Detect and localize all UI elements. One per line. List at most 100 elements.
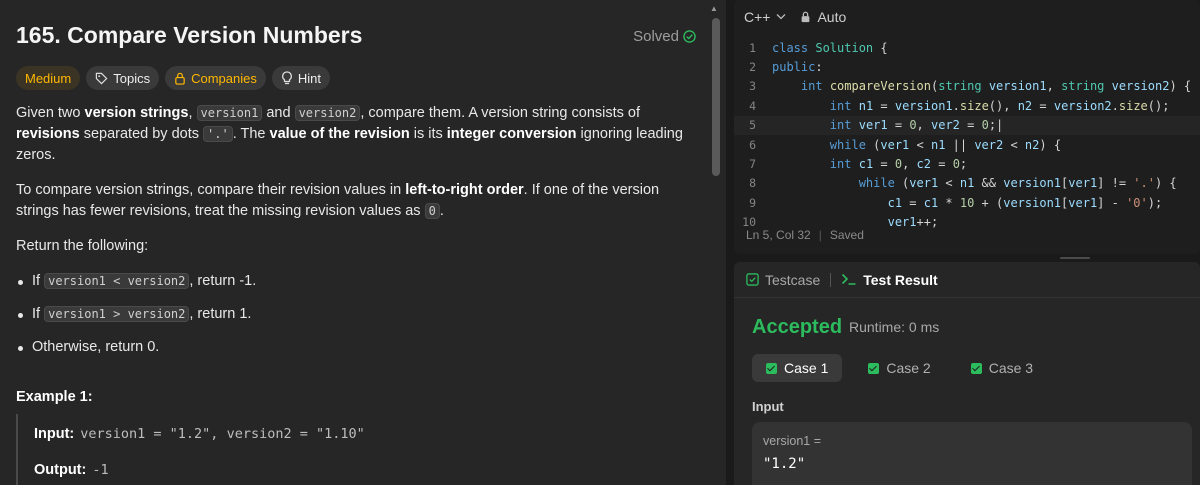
auto-mode[interactable]: Auto bbox=[800, 9, 846, 25]
bold-text: value of the revision bbox=[269, 126, 410, 142]
problem-panel: 165. Compare Version Numbers Solved Medi… bbox=[0, 0, 726, 485]
line-number: 7 bbox=[749, 157, 756, 172]
companies-button[interactable]: Companies bbox=[165, 66, 266, 90]
text: If bbox=[32, 306, 45, 322]
example-input-row: Input: version1 = "1.2", version2 = "1.1… bbox=[34, 424, 616, 444]
text: , bbox=[188, 105, 197, 121]
line-number: 8 bbox=[749, 176, 756, 191]
checkbox-icon bbox=[746, 273, 759, 286]
input-var-name: version1 = bbox=[763, 434, 822, 448]
case-label: Case 2 bbox=[886, 360, 931, 376]
inline-code: version1 bbox=[196, 105, 263, 121]
code-line: 2 public: bbox=[734, 57, 1200, 76]
inline-code: version2 bbox=[294, 105, 361, 121]
code-line: 8 while (ver1 < n1 && version1[ver1] != … bbox=[734, 174, 1200, 193]
tab-test-result[interactable]: Test Result bbox=[841, 271, 938, 288]
topics-label: Topics bbox=[113, 70, 151, 86]
case-label: Case 3 bbox=[988, 360, 1034, 376]
editor-toolbar: C++ Auto bbox=[734, 0, 1200, 33]
checkbox-icon bbox=[970, 362, 982, 374]
check-circle-icon bbox=[683, 30, 696, 43]
companies-label: Companies bbox=[191, 70, 257, 86]
code-line: 9 c1 = c1 * 10 + (version1[ver1] - '0'); bbox=[734, 193, 1200, 212]
code-line: 5 int ver1 = 0, ver2 = 0;| bbox=[734, 116, 1200, 135]
example-title: Example 1: bbox=[16, 389, 93, 405]
status-separator: | bbox=[818, 228, 822, 242]
code-line: 1 class Solution { bbox=[734, 38, 1200, 57]
editor-status-bar: Ln 5, Col 32 | Saved bbox=[746, 228, 864, 242]
chevron-down-icon bbox=[777, 14, 786, 20]
list-item: If version1 > version2, return 1. bbox=[16, 304, 696, 325]
topics-button[interactable]: Topics bbox=[86, 66, 160, 90]
inline-code: 0 bbox=[424, 203, 440, 219]
tab-testcase-label: Testcase bbox=[765, 271, 821, 288]
vertical-panel-divider[interactable] bbox=[726, 0, 734, 485]
code-line: 3 int compareVersion(string version1, st… bbox=[734, 77, 1200, 96]
verdict: Accepted bbox=[752, 316, 843, 338]
text: , return 1. bbox=[189, 306, 252, 322]
example-input-label: Input: bbox=[34, 426, 75, 442]
example-input-value: version1 = "1.2", version2 = "1.10" bbox=[80, 426, 365, 442]
input-var-value: "1.2" bbox=[763, 456, 806, 472]
line-number: 9 bbox=[749, 195, 756, 210]
tab-test-result-label: Test Result bbox=[863, 271, 938, 288]
terminal-icon bbox=[842, 273, 856, 285]
text: Given two bbox=[16, 105, 85, 121]
bold-text: revisions bbox=[16, 126, 80, 142]
auto-label: Auto bbox=[817, 8, 847, 25]
tag-row: Medium Topics Companies Hint bbox=[16, 66, 330, 90]
code-line: 7 int c1 = 0, c2 = 0; bbox=[734, 154, 1200, 173]
bold-text: version strings bbox=[84, 105, 189, 121]
cursor-position: Ln 5, Col 32 bbox=[746, 228, 811, 242]
hint-label: Hint bbox=[297, 70, 321, 86]
test-result-panel: Testcase Test Result Accepted Runtime: 0… bbox=[734, 262, 1200, 485]
solved-label: Solved bbox=[633, 28, 679, 45]
case-label: Case 1 bbox=[784, 360, 829, 376]
input-box: version1 = "1.2" bbox=[752, 422, 1192, 485]
language-selector[interactable]: C++ bbox=[744, 9, 786, 25]
line-number: 3 bbox=[749, 79, 756, 94]
case-tab-1[interactable]: Case 1 bbox=[752, 354, 843, 382]
bold-text: left-to-right order bbox=[405, 182, 524, 198]
bold-text: integer conversion bbox=[446, 126, 577, 142]
code-area[interactable]: 1 class Solution { 2 public: 3 int compare… bbox=[734, 38, 1200, 232]
case-tab-3[interactable]: Case 3 bbox=[957, 354, 1047, 382]
scroll-up-icon[interactable]: ▲ bbox=[710, 4, 718, 13]
text: Otherwise, return 0. bbox=[32, 339, 160, 355]
lock-icon bbox=[802, 11, 810, 22]
text: If bbox=[32, 273, 45, 289]
lightbulb-icon bbox=[281, 71, 292, 85]
code-line: 6 while (ver1 < n1 || ver2 < n2) { bbox=[734, 135, 1200, 154]
text: and bbox=[262, 105, 295, 121]
line-number: 1 bbox=[749, 40, 756, 55]
text: To compare version strings, compare thei… bbox=[16, 182, 406, 198]
tab-testcase[interactable]: Testcase bbox=[746, 272, 820, 288]
runtime: Runtime: 0 ms bbox=[849, 319, 940, 335]
case-tab-2[interactable]: Case 2 bbox=[854, 354, 944, 382]
divider-grip[interactable] bbox=[1060, 257, 1090, 259]
return-rules-list: If version1 < version2, return -1. If ve… bbox=[16, 271, 696, 358]
lock-icon bbox=[175, 72, 185, 85]
horizontal-panel-divider[interactable] bbox=[734, 254, 1200, 262]
result-tabs: Testcase Test Result bbox=[734, 262, 1200, 298]
text: , compare them. A version string consist… bbox=[360, 105, 641, 121]
example-output-row: Output: -1 bbox=[34, 460, 616, 480]
checkbox-icon bbox=[766, 362, 777, 374]
line-number: 4 bbox=[749, 98, 756, 113]
save-status: Saved bbox=[829, 228, 864, 242]
description-paragraph-2: To compare version strings, compare thei… bbox=[16, 180, 696, 222]
text: . The bbox=[232, 126, 270, 142]
example-box: Input: version1 = "1.2", version2 = "1.1… bbox=[16, 414, 616, 485]
language-label: C++ bbox=[744, 8, 771, 25]
tag-icon bbox=[96, 72, 108, 84]
text: . bbox=[439, 203, 444, 219]
text: is its bbox=[409, 126, 447, 142]
hint-button[interactable]: Hint bbox=[271, 66, 330, 90]
inline-code: version1 > version2 bbox=[44, 306, 190, 322]
problem-scrollbar[interactable] bbox=[712, 18, 720, 176]
line-number: 2 bbox=[749, 60, 756, 75]
line-number: 6 bbox=[749, 137, 756, 152]
solved-status: Solved bbox=[633, 28, 696, 45]
code-editor[interactable]: C++ Auto 1 class Solution { 2 public: 3 in… bbox=[734, 0, 1200, 254]
difficulty-badge[interactable]: Medium bbox=[16, 66, 81, 90]
